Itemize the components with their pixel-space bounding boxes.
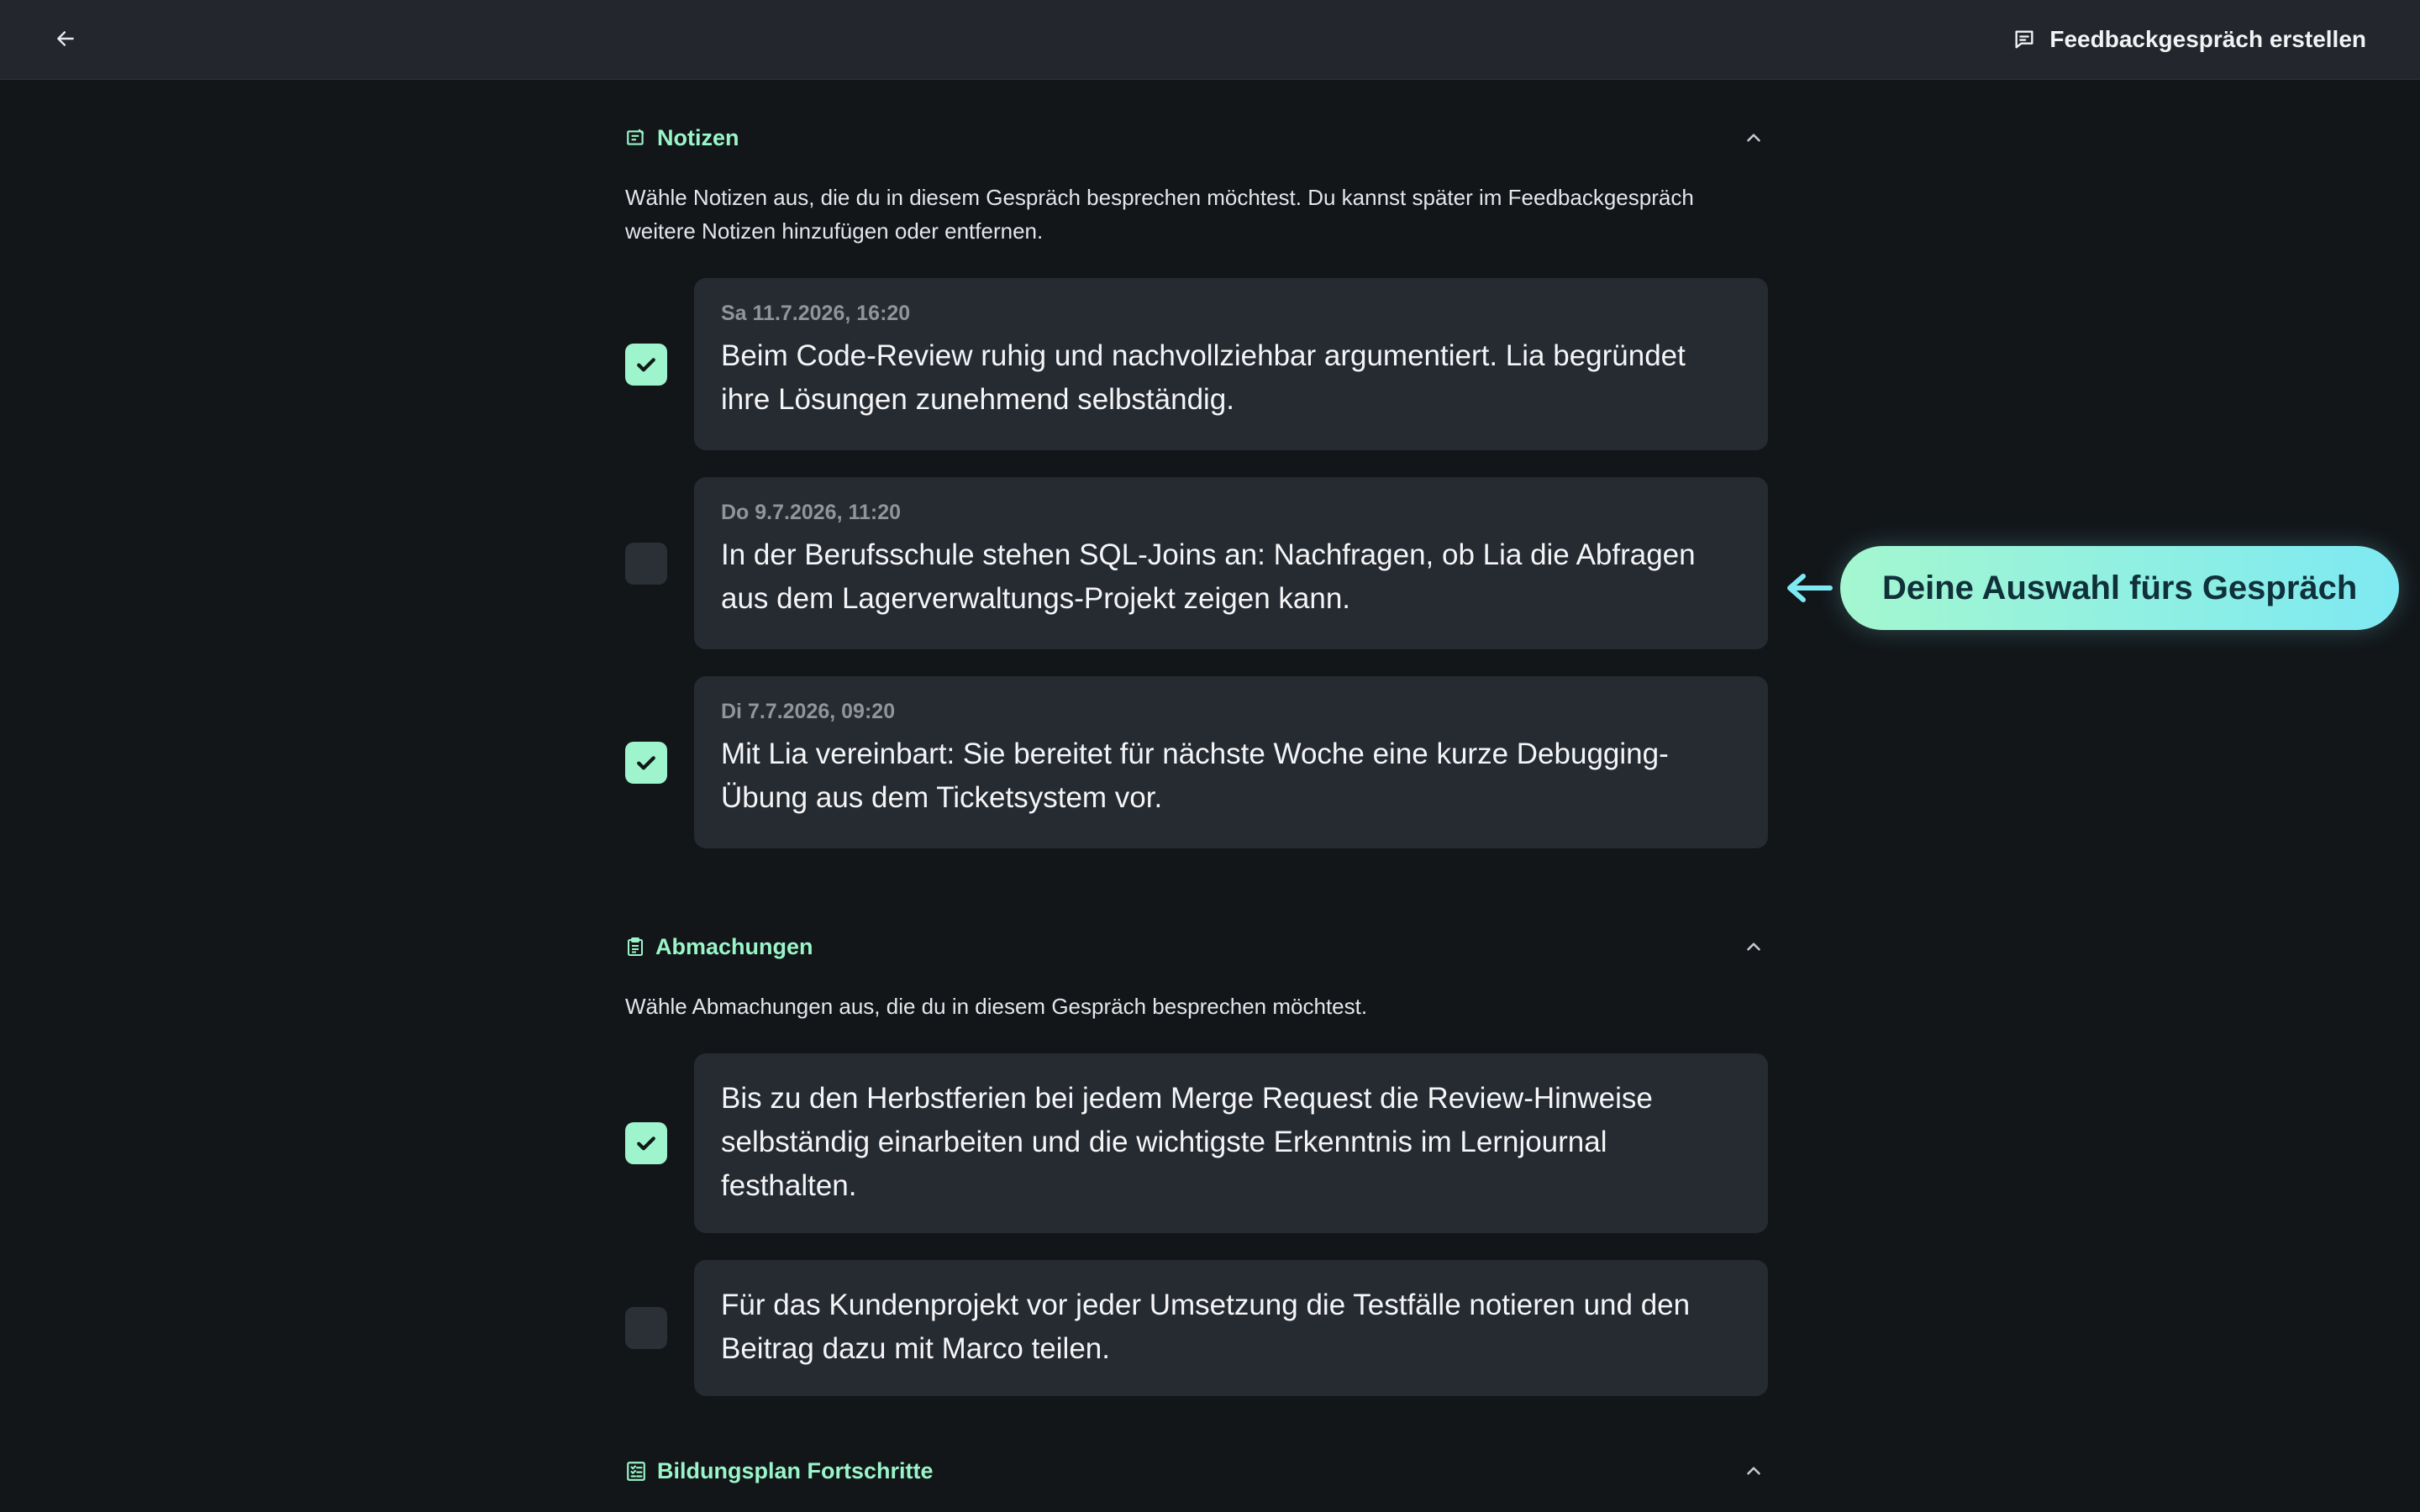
selection-callout: Deine Auswahl fürs Gespräch xyxy=(1785,546,2400,630)
progress-section-title: Bildungsplan Fortschritte xyxy=(625,1458,934,1484)
note-icon xyxy=(627,129,644,145)
notes-section-title: Notizen xyxy=(625,125,739,151)
checkmark-icon xyxy=(637,357,655,371)
arrow-left-icon xyxy=(57,31,74,46)
agreement-text: Für das Kundenprojekt vor jeder Umsetzun… xyxy=(721,1289,1691,1365)
agreements-title: Abmachungen xyxy=(655,933,813,959)
back-button[interactable] xyxy=(47,20,84,57)
agreements-description: Wähle Abmachungen aus, die du in diesem … xyxy=(625,994,1368,1019)
top-bar: Feedbackgespräch erstellen xyxy=(0,0,2420,80)
checkmark-icon xyxy=(637,1137,655,1151)
note-date: Sa 11.7.2026, 16:20 xyxy=(721,302,911,325)
note-checkbox[interactable] xyxy=(625,542,667,585)
checklist-icon xyxy=(627,1462,645,1481)
note-date: Do 9.7.2026, 11:20 xyxy=(721,501,902,524)
agreement-checkbox[interactable] xyxy=(625,1307,667,1349)
note-text: Mit Lia vereinbart: Sie bereitet für näc… xyxy=(721,738,1669,814)
progress-title: Bildungsplan Fortschritte xyxy=(657,1457,934,1483)
agreements-section-header[interactable]: Abmachungen xyxy=(625,917,1768,976)
clipboard-icon xyxy=(628,937,643,956)
agreement-checkbox[interactable] xyxy=(625,1122,667,1164)
note-row: Di 7.7.2026, 09:20 Mit Lia vereinbart: S… xyxy=(625,676,1768,848)
note-row: Do 9.7.2026, 11:20 In der Berufsschule s… xyxy=(625,477,1768,649)
create-feedback-label: Feedbackgespräch erstellen xyxy=(2049,26,2366,52)
note-checkbox[interactable] xyxy=(625,741,667,784)
chevron-up-icon xyxy=(1747,1467,1760,1475)
progress-collapse-button[interactable] xyxy=(1739,1457,1768,1485)
agreement-card[interactable]: Für das Kundenprojekt vor jeder Umsetzun… xyxy=(694,1260,1768,1396)
progress-section-header[interactable]: Bildungsplan Fortschritte xyxy=(625,1441,1768,1500)
agreement-card[interactable]: Bis zu den Herbstferien bei jedem Merge … xyxy=(694,1053,1768,1233)
note-row: Sa 11.7.2026, 16:20 Beim Code-Review ruh… xyxy=(625,278,1768,450)
main-content: Notizen Wähle Notizen aus, die du in die… xyxy=(625,80,1768,1500)
note-text: In der Berufsschule stehen SQL-Joins an:… xyxy=(721,538,1696,615)
chat-square-icon xyxy=(2015,30,2033,49)
note-card[interactable]: Sa 11.7.2026, 16:20 Beim Code-Review ruh… xyxy=(694,278,1768,450)
callout-label: Deine Auswahl fürs Gespräch xyxy=(1840,546,2400,630)
arrow-left-icon xyxy=(1787,574,1833,602)
notes-section-header[interactable]: Notizen xyxy=(625,108,1768,167)
note-checkbox[interactable] xyxy=(625,343,667,386)
note-date: Di 7.7.2026, 09:20 xyxy=(721,700,896,723)
chevron-up-icon xyxy=(1747,942,1760,951)
checkmark-icon xyxy=(637,755,655,769)
notes-title: Notizen xyxy=(657,124,739,150)
notes-description: Wähle Notizen aus, die du in diesem Gesp… xyxy=(625,185,1694,244)
note-card[interactable]: Do 9.7.2026, 11:20 In der Berufsschule s… xyxy=(694,477,1768,649)
agreement-row: Für das Kundenprojekt vor jeder Umsetzun… xyxy=(625,1260,1768,1396)
chevron-up-icon xyxy=(1747,134,1760,142)
note-text: Beim Code-Review ruhig und nachvollziehb… xyxy=(721,339,1686,416)
note-card[interactable]: Di 7.7.2026, 09:20 Mit Lia vereinbart: S… xyxy=(694,676,1768,848)
notes-collapse-button[interactable] xyxy=(1739,123,1768,152)
agreement-text: Bis zu den Herbstferien bei jedem Merge … xyxy=(721,1082,1653,1202)
agreements-section-title: Abmachungen xyxy=(625,934,813,960)
agreements-collapse-button[interactable] xyxy=(1739,932,1768,961)
create-feedback-button[interactable]: Feedbackgespräch erstellen xyxy=(2012,18,2366,60)
agreement-row: Bis zu den Herbstferien bei jedem Merge … xyxy=(625,1053,1768,1233)
